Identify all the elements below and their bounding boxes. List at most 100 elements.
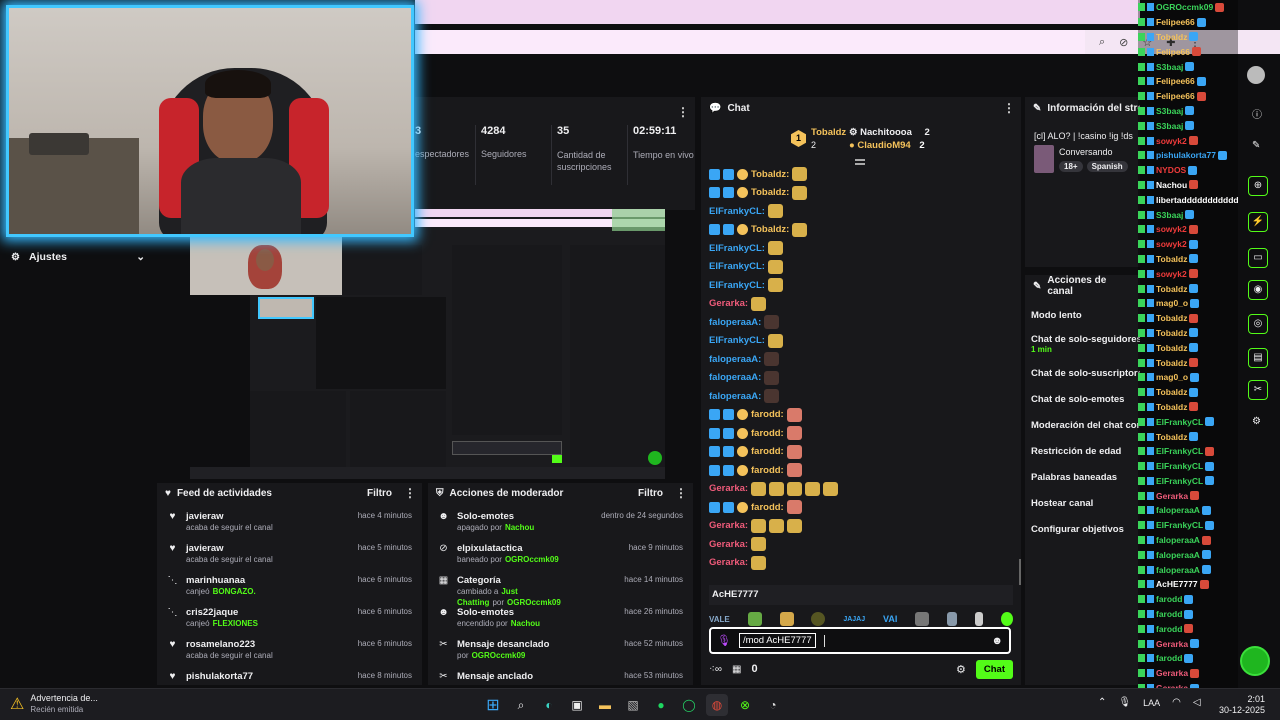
chat-message[interactable]: farodd: [709, 461, 1017, 480]
activity-item[interactable]: ♥ javieraw acaba de seguir el canal hace 5 … [157, 537, 422, 569]
activity-item[interactable]: ⋱ marinhuanaa canjeó BONGAZO. hace 6 minutos [157, 569, 422, 601]
chat-message[interactable]: Tobaldz: [709, 184, 1017, 203]
kick-bubble-icon[interactable] [1240, 646, 1270, 676]
chat-message[interactable]: Gerarka: [709, 295, 1017, 314]
chat-username[interactable]: Tobaldz: [751, 169, 789, 180]
mod-filter-button[interactable]: Filtro [638, 488, 663, 499]
chat-message[interactable]: faloperaaA: [709, 313, 1017, 332]
activity-item[interactable]: ⋱ cris22jaque canjeó FLEXIONES hace 6 minuto… [157, 601, 422, 633]
tools-icon[interactable]: ✂ [1248, 380, 1268, 400]
mod-action-item[interactable]: ✂ Mensaje anclado hace 53 minutos [428, 665, 693, 685]
activity-user[interactable]: javieraw [186, 511, 350, 522]
xbox-icon[interactable]: ⊗ [734, 694, 756, 716]
chat-message[interactable]: farodd: [709, 406, 1017, 425]
mod-action-item[interactable]: ▦ Categoría cambiado a Just Chatting por OGRO… [428, 569, 693, 607]
obs-icon[interactable]: ◔ [762, 694, 784, 716]
channel-action-item[interactable]: Hostear canal [1025, 491, 1140, 517]
activity-item[interactable]: ♥ pishulakorta77 hace 8 minutos [157, 665, 422, 685]
emoji-icon[interactable]: ☻ [991, 635, 1003, 647]
emote-3[interactable] [779, 612, 794, 626]
emote-vai[interactable]: VAI [883, 614, 897, 624]
chat-message[interactable]: Gerarka: [709, 517, 1017, 536]
edit-icon[interactable]: ✎ [1252, 140, 1260, 151]
chat-username[interactable]: ElFrankyCL: [709, 280, 765, 291]
channel-action-item[interactable]: Moderación del chat con IA [1025, 413, 1140, 439]
chat-settings-icon[interactable]: ⚙ [956, 663, 966, 676]
chat-message[interactable]: Gerarka: [709, 554, 1017, 573]
browser-addressbar[interactable] [415, 30, 1140, 54]
chat-username[interactable]: faloperaaA: [709, 391, 761, 402]
mod-action-by[interactable]: Nachou [511, 619, 540, 628]
activity-user[interactable]: cris22jaque [186, 607, 350, 618]
folder-icon[interactable]: ▬ [594, 694, 616, 716]
chat-username[interactable]: farodd: [751, 502, 784, 513]
mod-action-by[interactable]: OGROccmk09 [507, 598, 561, 607]
chat-message[interactable]: Gerarka: [709, 480, 1017, 499]
chat-message[interactable]: ElFrankyCL: [709, 202, 1017, 221]
mod-menu-icon[interactable]: ⋮ [675, 486, 687, 500]
target-icon[interactable]: ⊕ [1248, 176, 1268, 196]
chat-message[interactable]: ElFrankyCL: [709, 239, 1017, 258]
chat-message[interactable]: farodd: [709, 424, 1017, 443]
activity-user[interactable]: pishulakorta77 [186, 671, 350, 682]
windows-start-icon[interactable]: ⊞ [482, 694, 504, 716]
chat-message[interactable]: farodd: [709, 498, 1017, 517]
chat-message[interactable]: Tobaldz: [709, 221, 1017, 240]
language-indicator[interactable]: LAA [1143, 698, 1160, 708]
edge-icon[interactable]: ◐ [538, 694, 560, 716]
search-icon[interactable]: ⌕ [510, 694, 532, 716]
emote-10[interactable] [1000, 612, 1013, 626]
spotify-icon[interactable]: ● [650, 694, 672, 716]
notification-toast[interactable]: ⚠ Advertencia de... Recién emitida [10, 693, 98, 715]
emote-8[interactable] [947, 612, 958, 626]
activity-user[interactable]: javieraw [186, 543, 350, 554]
activity-item[interactable]: ♥ rosamelano223 acaba de seguir el canal ha… [157, 633, 422, 665]
mod-action-item[interactable]: ☻ Solo-emotes apagado por Nachou dentro de 2… [428, 505, 693, 537]
wifi-icon[interactable]: ◠ [1172, 697, 1181, 708]
profile-avatar[interactable] [1247, 66, 1265, 84]
chat-username[interactable]: ElFrankyCL: [709, 261, 765, 272]
emote-9[interactable] [975, 612, 984, 626]
chat-scrollbar[interactable] [1019, 559, 1021, 585]
volume-icon[interactable]: ◁ [1193, 697, 1201, 708]
photos-icon[interactable]: ▧ [622, 694, 644, 716]
chat-username[interactable]: Gerarka: [709, 520, 748, 531]
chat-username[interactable]: ElFrankyCL: [709, 243, 765, 254]
emote-vale[interactable]: VALE [709, 615, 730, 624]
emote-jajaj[interactable]: JAJAJ [843, 616, 865, 623]
mod-action-by[interactable]: OGROccmk09 [472, 651, 526, 660]
mod-action-item[interactable]: ✂ Mensaje desanclado por OGROccmk09 hace 52 … [428, 633, 693, 665]
channel-action-item[interactable]: Restricción de edad [1025, 439, 1140, 465]
broadcast-icon[interactable]: ◎ [1248, 314, 1268, 334]
emote-2[interactable] [747, 612, 762, 626]
comment-icon[interactable]: ◉ [1248, 280, 1268, 300]
activity-menu-icon[interactable]: ⋮ [404, 486, 416, 500]
chat-message[interactable]: ElFrankyCL: [709, 258, 1017, 277]
channel-action-item[interactable]: Chat de solo-emotes [1025, 387, 1140, 413]
chat-menu-icon[interactable]: ⋮ [1003, 101, 1015, 115]
activity-user[interactable]: marinhuanaa [186, 575, 350, 586]
activity-filter-button[interactable]: Filtro [367, 488, 392, 499]
chat-message[interactable]: Gerarka: [709, 535, 1017, 554]
activity-item[interactable]: ♥ javieraw acaba de seguir el canal hace 4 … [157, 505, 422, 537]
channel-action-item[interactable]: Palabras baneadas [1025, 465, 1140, 491]
emote-7[interactable] [915, 612, 930, 626]
settings-row[interactable]: ⚙ Ajustes ⌄ [10, 249, 145, 265]
chat-username[interactable]: ElFrankyCL: [709, 206, 765, 217]
activity-user[interactable]: rosamelano223 [186, 639, 350, 650]
chat-username[interactable]: faloperaaA: [709, 372, 761, 383]
clock-time[interactable]: 2:01 [1205, 694, 1265, 705]
chat-username[interactable]: farodd: [751, 428, 784, 439]
chat-message[interactable]: ElFrankyCL: [709, 276, 1017, 295]
chat-username[interactable]: Gerarka: [709, 483, 748, 494]
chat-username[interactable]: faloperaaA: [709, 354, 761, 365]
channel-action-item[interactable]: Chat de solo-seguidores 1 min [1025, 329, 1140, 361]
chat-message[interactable]: ElFrankyCL: [709, 332, 1017, 351]
clock-date[interactable]: 30-12-2025 [1205, 705, 1265, 716]
chat-message[interactable]: faloperaaA: [709, 369, 1017, 388]
info-icon[interactable]: ⓘ [1252, 106, 1262, 121]
channel-action-item[interactable]: Modo lento [1025, 303, 1140, 329]
mic-icon[interactable]: 🎙 [717, 634, 731, 647]
stats-menu-icon[interactable]: ⋮ [677, 105, 689, 119]
store-icon[interactable]: ▣ [566, 694, 588, 716]
